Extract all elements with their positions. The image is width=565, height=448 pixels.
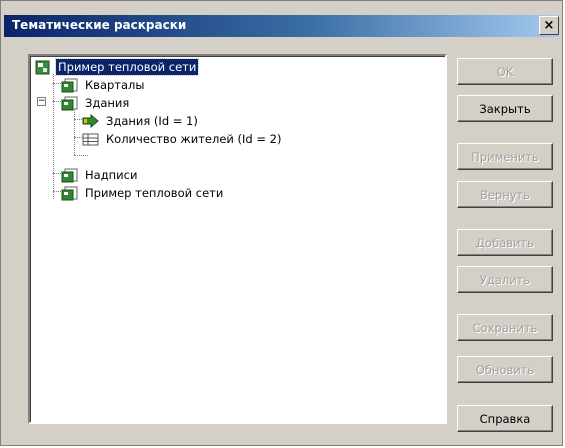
- tree-node-nadpisi[interactable]: Надписи: [61, 166, 139, 184]
- arrow-theme-icon: [82, 113, 99, 128]
- close-dialog-button[interactable]: Закрыть: [457, 95, 553, 122]
- close-icon: ×: [543, 18, 555, 33]
- tree-node-kvartaly[interactable]: Кварталы: [61, 76, 146, 94]
- dialog-title: Тематические раскраски: [12, 18, 187, 32]
- tree-node-label: Надписи: [85, 168, 138, 182]
- tree-node-label: Пример тепловой сети: [85, 186, 224, 200]
- apply-button[interactable]: Применить: [457, 143, 553, 170]
- title-bar[interactable]: Тематические раскраски ×: [4, 15, 559, 37]
- tree-node-label: Здания: [85, 96, 130, 110]
- tree-node-label: Количество жителей (Id = 2): [106, 132, 282, 146]
- tree-node-label: Пример тепловой сети: [54, 58, 200, 76]
- layer-icon: [61, 186, 78, 200]
- tree-node-root[interactable]: Пример тепловой сети: [34, 58, 200, 76]
- tree-connector: [74, 155, 88, 156]
- layer-icon: [61, 78, 78, 92]
- help-button[interactable]: Справка: [457, 405, 553, 432]
- table-theme-icon: [82, 133, 99, 145]
- delete-button[interactable]: Удалить: [457, 266, 553, 293]
- tree-connector: [74, 110, 75, 155]
- tree-node-primer[interactable]: Пример тепловой сети: [61, 184, 225, 202]
- refresh-button[interactable]: Обновить: [457, 356, 553, 383]
- ok-button[interactable]: OK: [457, 58, 553, 85]
- layer-icon: [61, 96, 78, 110]
- tree-node-label: Здания (Id = 1): [106, 114, 198, 128]
- save-button[interactable]: Сохранить: [457, 314, 553, 341]
- map-root-icon: [35, 60, 50, 74]
- tree-node-zdaniya[interactable]: Здания: [61, 94, 131, 112]
- close-button[interactable]: ×: [539, 16, 559, 35]
- tree-node-label: Кварталы: [85, 78, 145, 92]
- tree-node-residents-id2[interactable]: Количество жителей (Id = 2): [82, 130, 283, 148]
- revert-button[interactable]: Вернуть: [457, 181, 553, 208]
- layer-tree[interactable]: − Пример тепловой сети Кварталы Здания З…: [28, 54, 447, 424]
- add-button[interactable]: Добавить: [457, 229, 553, 256]
- tree-node-zdaniya-id1[interactable]: Здания (Id = 1): [82, 112, 200, 130]
- thematic-coloring-dialog: Тематические раскраски × − Пример теплов…: [0, 0, 563, 446]
- collapse-toggle-zdaniya[interactable]: −: [37, 97, 46, 106]
- tree-connector: [53, 74, 54, 199]
- layer-icon: [61, 168, 78, 182]
